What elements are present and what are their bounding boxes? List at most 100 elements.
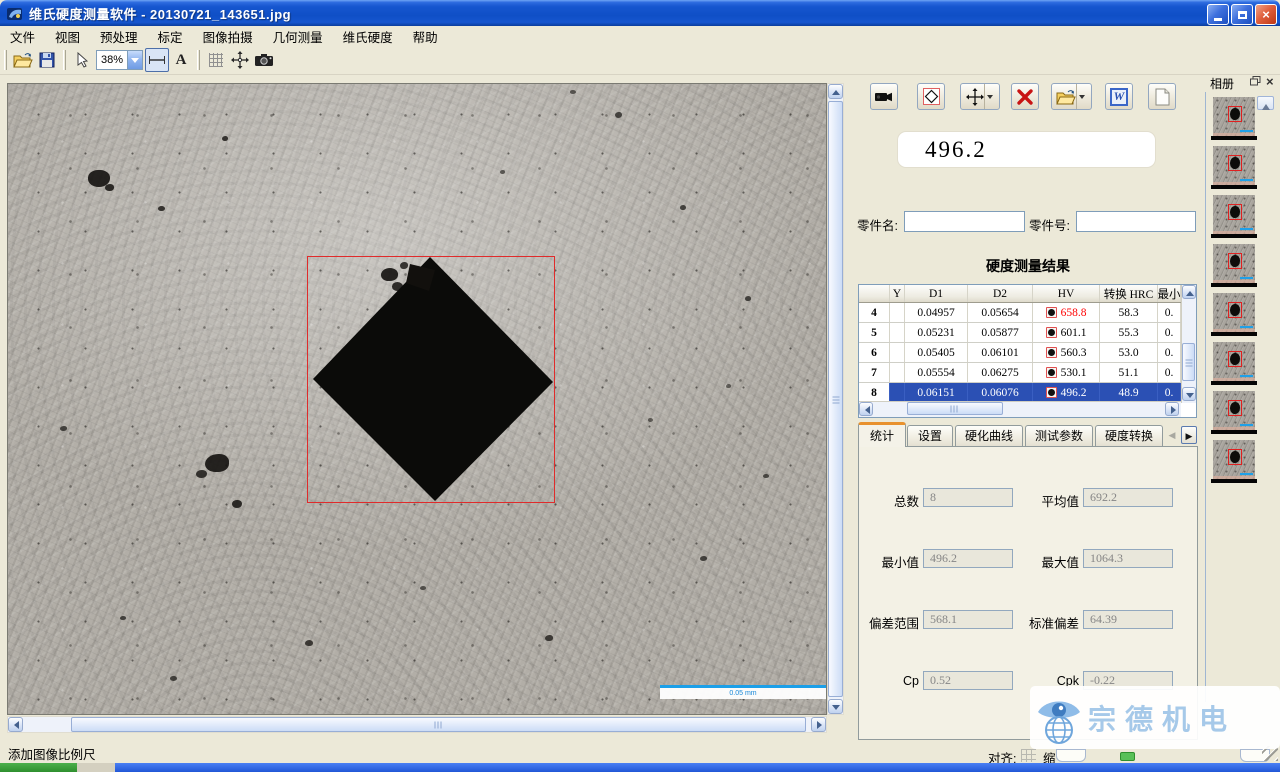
table-horizontal-scrollbar[interactable] xyxy=(859,401,1181,417)
menu-vickers-hardness[interactable]: 维氏硬度 xyxy=(333,25,403,48)
table-scroll-right-button[interactable] xyxy=(1165,402,1179,416)
move-marker-dropdown-icon[interactable] xyxy=(984,84,995,109)
grid-overlay-button[interactable] xyxy=(204,48,228,72)
table-scroll-down-button[interactable] xyxy=(1182,387,1196,401)
header-hv[interactable]: HV xyxy=(1033,285,1100,302)
album-thumbnail[interactable] xyxy=(1213,391,1255,430)
cell-y xyxy=(890,323,905,342)
header-blank[interactable] xyxy=(859,285,890,302)
viewer-horizontal-scrollbar[interactable] xyxy=(7,716,827,733)
menu-image-capture[interactable]: 图像拍摄 xyxy=(193,25,263,48)
move-marker-button[interactable] xyxy=(960,83,1000,110)
header-d1[interactable]: D1 xyxy=(905,285,968,302)
header-min[interactable]: 最小 xyxy=(1158,285,1181,302)
tab-scroll-left-button[interactable]: ◀ xyxy=(1164,426,1180,444)
tab-statistics[interactable]: 统计 xyxy=(858,422,906,447)
album-thumbnail[interactable] xyxy=(1213,97,1255,136)
results-table[interactable]: Y D1 D2 HV 转换 HRC 最小 4 0.04957 0.05654 6… xyxy=(858,284,1197,418)
album-thumbnail[interactable] xyxy=(1213,293,1255,332)
detect-indentation-button[interactable] xyxy=(917,83,945,110)
tab-hardening-curve[interactable]: 硬化曲线 xyxy=(955,425,1023,447)
app-icon xyxy=(6,5,23,22)
horizontal-scroll-thumb[interactable] xyxy=(71,717,806,732)
album-thumbnail[interactable] xyxy=(1213,440,1255,479)
close-button[interactable]: × xyxy=(1255,4,1277,25)
microscope-image-viewer[interactable]: 0.05 mm xyxy=(7,83,827,715)
text-annotation-button[interactable]: A xyxy=(169,48,193,72)
cell-hv: 530.1 xyxy=(1033,363,1100,382)
thumb-scale-bar xyxy=(1240,424,1253,426)
arrow-left-icon xyxy=(861,406,870,414)
video-camera-icon xyxy=(874,90,894,104)
align-grid-icon[interactable] xyxy=(1021,749,1036,762)
album-scroll-up-button[interactable] xyxy=(1257,96,1274,110)
capture-camera-button[interactable] xyxy=(252,48,276,72)
table-hscroll-thumb[interactable] xyxy=(907,402,1003,415)
video-capture-button[interactable] xyxy=(870,83,898,110)
toolbar-grip xyxy=(63,50,66,70)
album-close-icon[interactable]: × xyxy=(1266,74,1274,89)
part-number-input[interactable] xyxy=(1076,211,1196,232)
table-row-selected[interactable]: 8 0.06151 0.06076 496.2 48.9 0. xyxy=(859,383,1196,403)
table-row[interactable]: 6 0.05405 0.06101 560.3 53.0 0. xyxy=(859,343,1196,363)
scroll-down-button[interactable] xyxy=(828,699,843,714)
table-vertical-scrollbar[interactable] xyxy=(1181,285,1196,403)
table-row[interactable]: 5 0.05231 0.05877 601.1 55.3 0. xyxy=(859,323,1196,343)
vertical-scroll-thumb[interactable] xyxy=(828,101,843,697)
album-thumbnail[interactable] xyxy=(1213,146,1255,185)
status-bar-text: 添加图像比例尺 xyxy=(8,744,96,763)
maximize-button[interactable] xyxy=(1231,4,1253,25)
viewer-vertical-scrollbar[interactable] xyxy=(827,83,844,715)
part-number-label: 零件号: xyxy=(1029,215,1070,234)
table-row[interactable]: 7 0.05554 0.06275 530.1 51.1 0. xyxy=(859,363,1196,383)
cell-min: 0. xyxy=(1158,303,1181,322)
zoom-dropdown-icon[interactable] xyxy=(127,51,142,69)
header-hrc[interactable]: 转换 HRC xyxy=(1100,285,1158,302)
table-scroll-up-button[interactable] xyxy=(1182,285,1196,299)
table-row[interactable]: 4 0.04957 0.05654 658.8 58.3 0. xyxy=(859,303,1196,323)
menu-preprocess[interactable]: 预处理 xyxy=(90,25,148,48)
new-document-button[interactable] xyxy=(1148,83,1176,110)
arrow-down-icon xyxy=(832,705,840,714)
save-button[interactable] xyxy=(35,48,59,72)
header-d2[interactable]: D2 xyxy=(968,285,1033,302)
partial-dropdown-button[interactable] xyxy=(1056,749,1086,762)
taskbar-start-fragment[interactable] xyxy=(0,763,77,772)
menu-file[interactable]: 文件 xyxy=(0,25,45,48)
minimize-button[interactable] xyxy=(1207,4,1229,25)
table-scroll-left-button[interactable] xyxy=(859,402,873,416)
thumb-marker-square xyxy=(1228,302,1242,318)
tab-scroll-right-button[interactable]: ▶ xyxy=(1181,426,1197,444)
table-header-row: Y D1 D2 HV 转换 HRC 最小 xyxy=(859,285,1196,303)
album-thumbnail[interactable] xyxy=(1213,244,1255,283)
tab-hardness-conversion[interactable]: 硬度转换 xyxy=(1095,425,1163,447)
header-y[interactable]: Y xyxy=(890,285,905,302)
album-header: 相册 × xyxy=(1204,74,1280,91)
part-name-input[interactable] xyxy=(904,211,1025,232)
float-panel-icon[interactable] xyxy=(1250,76,1261,86)
zoom-select[interactable]: 38% xyxy=(96,50,143,70)
select-cursor-button[interactable] xyxy=(70,48,94,72)
load-image-dropdown-icon[interactable] xyxy=(1076,84,1087,109)
scroll-left-button[interactable] xyxy=(8,717,23,732)
thumb-scale-bar xyxy=(1240,228,1253,230)
tab-test-parameters[interactable]: 测试参数 xyxy=(1025,425,1093,447)
album-thumbnail[interactable] xyxy=(1213,195,1255,234)
measure-ruler-button[interactable] xyxy=(145,48,169,72)
album-thumbnail[interactable] xyxy=(1213,342,1255,381)
export-word-report-button[interactable]: W xyxy=(1105,83,1133,110)
table-vscroll-thumb[interactable] xyxy=(1182,343,1195,381)
menu-view[interactable]: 视图 xyxy=(45,25,90,48)
tab-settings[interactable]: 设置 xyxy=(907,425,953,447)
menu-help[interactable]: 帮助 xyxy=(403,25,448,48)
load-image-button[interactable] xyxy=(1051,83,1092,110)
delete-result-button[interactable] xyxy=(1011,83,1039,110)
scroll-up-button[interactable] xyxy=(828,84,843,99)
menu-calibration[interactable]: 标定 xyxy=(148,25,193,48)
scroll-right-button[interactable] xyxy=(811,717,826,732)
mean-value: 692.2 xyxy=(1083,488,1173,507)
indentation-thumb-icon xyxy=(1046,327,1057,338)
center-target-button[interactable] xyxy=(228,48,252,72)
menu-geometry-measure[interactable]: 几何测量 xyxy=(263,25,333,48)
open-file-button[interactable] xyxy=(11,48,35,72)
